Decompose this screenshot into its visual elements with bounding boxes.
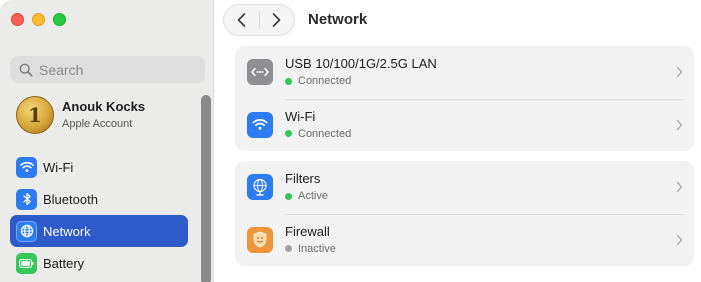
search-icon [19, 63, 33, 76]
bluetooth-icon [16, 188, 37, 210]
connections-group: USB 10/100/1G/2.5G LAN Connected Wi-Fi C… [235, 46, 694, 151]
shield-icon [247, 226, 273, 253]
status-dot [285, 130, 292, 138]
close-window-button[interactable] [11, 13, 24, 26]
account-name: Anouk Kocks [62, 99, 146, 114]
row-title: Firewall [285, 223, 330, 239]
sidebar-item-battery[interactable]: Battery [10, 247, 188, 279]
row-status: Inactive [298, 242, 336, 255]
sidebar: Search 1 Anouk Kocks Apple Account Wi-Fi [0, 0, 214, 282]
forward-button[interactable] [259, 5, 294, 35]
ethernet-icon [247, 59, 273, 86]
sidebar-item-network[interactable]: Network [10, 215, 188, 247]
status-dot [285, 245, 292, 253]
avatar: 1 [16, 96, 54, 134]
row-title: Filters [285, 171, 321, 187]
history-navigation [223, 4, 295, 36]
security-group: Filters Active Firewall Inactive [235, 161, 694, 266]
apple-account[interactable]: 1 Anouk Kocks Apple Account [16, 96, 145, 134]
chevron-right-icon [676, 234, 683, 245]
chevron-right-icon [676, 67, 683, 78]
row-title: Wi-Fi [285, 108, 316, 124]
sidebar-item-bluetooth[interactable]: Bluetooth [10, 183, 188, 215]
globe-icon [16, 220, 37, 242]
page-title: Network [308, 11, 368, 28]
sidebar-item-wifi[interactable]: Wi-Fi [10, 151, 188, 183]
sidebar-scrollbar[interactable] [201, 95, 211, 282]
window-controls [11, 13, 66, 26]
list-item-firewall[interactable]: Firewall Inactive [235, 213, 694, 267]
list-item-wifi[interactable]: Wi-Fi Connected [235, 98, 694, 152]
account-subtitle: Apple Account [62, 118, 133, 130]
back-button[interactable] [224, 5, 259, 35]
sidebar-item-label: Bluetooth [43, 191, 98, 207]
sidebar-item-label: Battery [43, 255, 85, 271]
chevron-right-icon [676, 119, 683, 130]
sidebar-nav: Wi-Fi Bluetooth Network Battery [10, 151, 188, 279]
sidebar-item-label: Network [43, 223, 91, 239]
chevron-right-icon [272, 13, 281, 27]
wifi-icon [247, 111, 273, 138]
list-item-usb-lan[interactable]: USB 10/100/1G/2.5G LAN Connected [235, 46, 694, 99]
status-dot [285, 192, 292, 200]
row-status: Connected [298, 127, 352, 140]
row-status: Active [298, 190, 328, 203]
battery-icon [16, 252, 37, 274]
globe-filter-icon [247, 174, 273, 201]
zoom-window-button[interactable] [53, 13, 66, 26]
row-title: USB 10/100/1G/2.5G LAN [285, 56, 437, 72]
search-input[interactable]: Search [10, 56, 205, 83]
search-placeholder: Search [39, 61, 84, 78]
chevron-right-icon [676, 182, 683, 193]
row-status: Connected [298, 75, 352, 88]
wifi-icon [16, 156, 37, 178]
list-item-filters[interactable]: Filters Active [235, 161, 694, 214]
minimize-window-button[interactable] [32, 13, 45, 26]
chevron-left-icon [237, 13, 246, 27]
status-dot [285, 77, 292, 85]
sidebar-item-label: Wi-Fi [43, 159, 74, 175]
